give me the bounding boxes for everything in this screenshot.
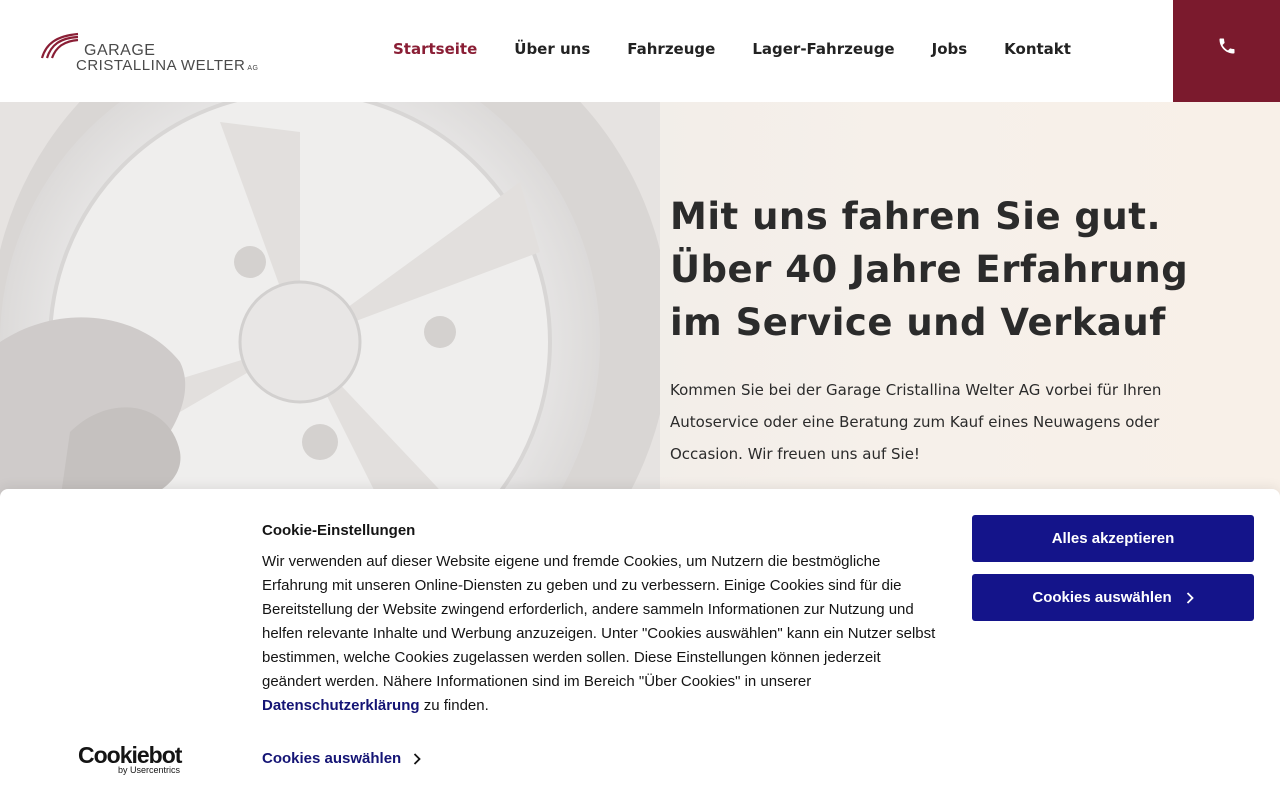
phone-button[interactable] <box>1173 0 1280 102</box>
nav-ueber-uns[interactable]: Über uns <box>514 40 590 58</box>
phone-icon <box>1219 38 1234 54</box>
cookiebot-logo: Cookiebot by Usercentrics <box>78 743 188 775</box>
site-logo[interactable]: GARAGE CRISTALLINA WELTER AG <box>40 32 280 74</box>
cookie-banner: Cookiebot by Usercentrics Cookie-Einstel… <box>0 489 1280 800</box>
chevron-right-icon <box>414 752 421 765</box>
select-cookies-label: Cookies auswählen <box>1032 589 1172 606</box>
hero-text: Kommen Sie bei der Garage Cristallina We… <box>670 381 1162 463</box>
cookie-text-after: zu finden. <box>419 697 489 714</box>
main-nav: Startseite Über uns Fahrzeuge Lager-Fahr… <box>393 40 1108 58</box>
hero-title: Mit uns fahren Sie gut. Über 40 Jahre Er… <box>670 195 1189 344</box>
nav-lager-fahrzeuge[interactable]: Lager-Fahrzeuge <box>752 40 894 58</box>
cookiebot-name: Cookiebot <box>78 742 182 768</box>
select-cookies-button[interactable]: Cookies auswählen <box>972 574 1254 621</box>
nav-startseite[interactable]: Startseite <box>393 40 477 58</box>
nav-kontakt[interactable]: Kontakt <box>1004 40 1071 58</box>
cookie-select-link-label: Cookies auswählen <box>262 750 402 767</box>
cookie-select-link[interactable]: Cookies auswählen <box>262 750 421 767</box>
privacy-policy-link[interactable]: Datenschutzerklärung <box>262 697 420 714</box>
cookie-text-before: Wir verwenden auf dieser Website eigene … <box>262 553 936 690</box>
accept-all-label: Alles akzeptieren <box>1051 530 1175 547</box>
site-header: GARAGE CRISTALLINA WELTER AG Startseite Ü… <box>0 0 1280 102</box>
nav-fahrzeuge[interactable]: Fahrzeuge <box>627 40 715 58</box>
wheel-background-image <box>0 102 660 502</box>
logo-suffix: AG <box>247 65 259 72</box>
logo-line-2: CRISTALLINA WELTER AG <box>76 57 258 74</box>
cookie-description: Wir verwenden auf dieser Website eigene … <box>262 550 942 718</box>
accept-all-button[interactable]: Alles akzeptieren <box>972 515 1254 562</box>
logo-name: CRISTALLINA WELTER <box>76 57 246 74</box>
chevron-right-icon <box>1186 591 1194 604</box>
cookie-title: Cookie-Einstellungen <box>262 522 416 539</box>
nav-jobs[interactable]: Jobs <box>932 40 968 58</box>
logo-swoosh-icon <box>40 32 79 59</box>
